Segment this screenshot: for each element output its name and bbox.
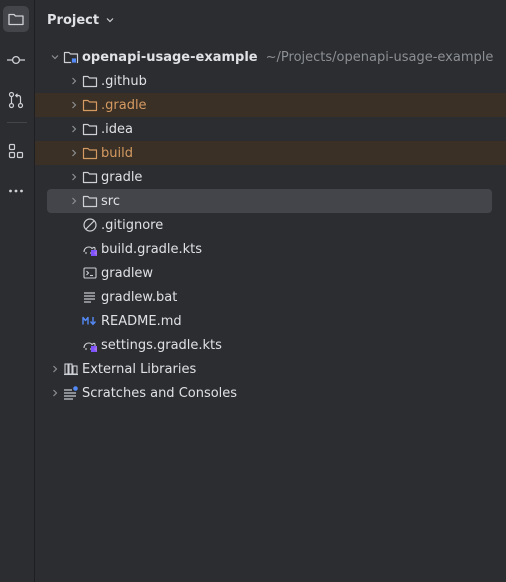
chevron-right-icon[interactable]: [66, 121, 82, 137]
scratches-icon: [63, 385, 79, 401]
chevron-right-icon[interactable]: [66, 73, 82, 89]
commit-tool-button[interactable]: [3, 47, 29, 73]
tree-item-build[interactable]: build: [35, 141, 506, 165]
tree-item-idea[interactable]: .idea: [35, 117, 506, 141]
tree-item-label: Scratches and Consoles: [82, 385, 238, 401]
folder-icon: [82, 73, 98, 89]
activity-bar: [0, 0, 35, 582]
tree-item-scratches[interactable]: Scratches and Consoles: [35, 381, 506, 405]
tree-item-label: build: [101, 145, 133, 161]
chevron-right-icon[interactable]: [47, 385, 63, 401]
tree-item-label: README.md: [101, 313, 182, 329]
excluded-folder-icon: [82, 145, 98, 161]
tree-item-label: .gitignore: [101, 217, 164, 233]
tree-item-label: src: [101, 193, 120, 209]
tree-item-label: gradlew.bat: [101, 289, 178, 305]
chevron-right-icon[interactable]: [47, 361, 63, 377]
gitignore-icon: [82, 217, 98, 233]
tree-item-gradlew-bat[interactable]: gradlew.bat: [35, 285, 506, 309]
markdown-icon: [82, 313, 98, 329]
tree-item-label: .gradle: [101, 97, 147, 113]
tree-item-gitignore[interactable]: .gitignore: [35, 213, 506, 237]
panel-title: Project: [47, 12, 100, 28]
pull-requests-tool-button[interactable]: [3, 87, 29, 113]
tree-item-label: .idea: [101, 121, 133, 137]
root-path: ~/Projects/openapi-usage-example: [265, 49, 494, 65]
chevron-right-icon[interactable]: [66, 97, 82, 113]
chevron-right-icon[interactable]: [66, 169, 82, 185]
tree-root-row[interactable]: openapi-usage-example ~/Projects/openapi…: [35, 45, 506, 69]
tree-item-gradle[interactable]: gradle: [35, 165, 506, 189]
project-tool-button[interactable]: [3, 6, 29, 32]
activity-bar-divider: [7, 122, 27, 123]
panel-title-dropdown[interactable]: Project: [47, 10, 115, 30]
tree-item-github[interactable]: .github: [35, 69, 506, 93]
tree-item-label: build.gradle.kts: [101, 241, 203, 257]
tree-item-label: settings.gradle.kts: [101, 337, 222, 353]
folder-icon: [7, 10, 25, 28]
folder-icon: [82, 121, 98, 137]
tree-item-label: .github: [101, 73, 147, 89]
pull-request-icon: [7, 91, 25, 109]
commit-icon: [6, 51, 26, 69]
tree-item-settings-gradle-kts[interactable]: settings.gradle.kts: [35, 333, 506, 357]
tree-item-external-libraries[interactable]: External Libraries: [35, 357, 506, 381]
tree-item-gradlew[interactable]: gradlew: [35, 261, 506, 285]
library-icon: [63, 361, 79, 377]
excluded-folder-icon: [82, 97, 98, 113]
root-name: openapi-usage-example: [82, 49, 258, 65]
chevron-down-icon: [105, 15, 115, 25]
folder-icon: [82, 169, 98, 185]
gradle-kotlin-icon: [82, 241, 98, 257]
chevron-down-icon[interactable]: [47, 49, 63, 65]
structure-icon: [7, 142, 25, 160]
chevron-right-icon[interactable]: [66, 193, 82, 209]
tree-item-label: gradle: [101, 169, 143, 185]
chevron-right-icon[interactable]: [66, 145, 82, 161]
tree-item-gradle-cache[interactable]: .gradle: [35, 93, 506, 117]
tree-item-label: gradlew: [101, 265, 154, 281]
folder-icon: [82, 193, 98, 209]
tree-item-src[interactable]: src: [47, 189, 492, 213]
text-file-icon: [82, 289, 98, 305]
tree-item-label: External Libraries: [82, 361, 197, 377]
gradle-kotlin-icon: [82, 337, 98, 353]
tree-item-build-gradle-kts[interactable]: build.gradle.kts: [35, 237, 506, 261]
module-folder-icon: [63, 49, 79, 65]
more-tools-button[interactable]: [3, 178, 29, 204]
more-icon: [7, 182, 25, 200]
structure-tool-button[interactable]: [3, 138, 29, 164]
tree-item-readme[interactable]: README.md: [35, 309, 506, 333]
terminal-file-icon: [82, 265, 98, 281]
project-tree: openapi-usage-example ~/Projects/openapi…: [35, 45, 506, 405]
project-panel: Project openapi-usage-example ~/Projects…: [35, 0, 506, 582]
